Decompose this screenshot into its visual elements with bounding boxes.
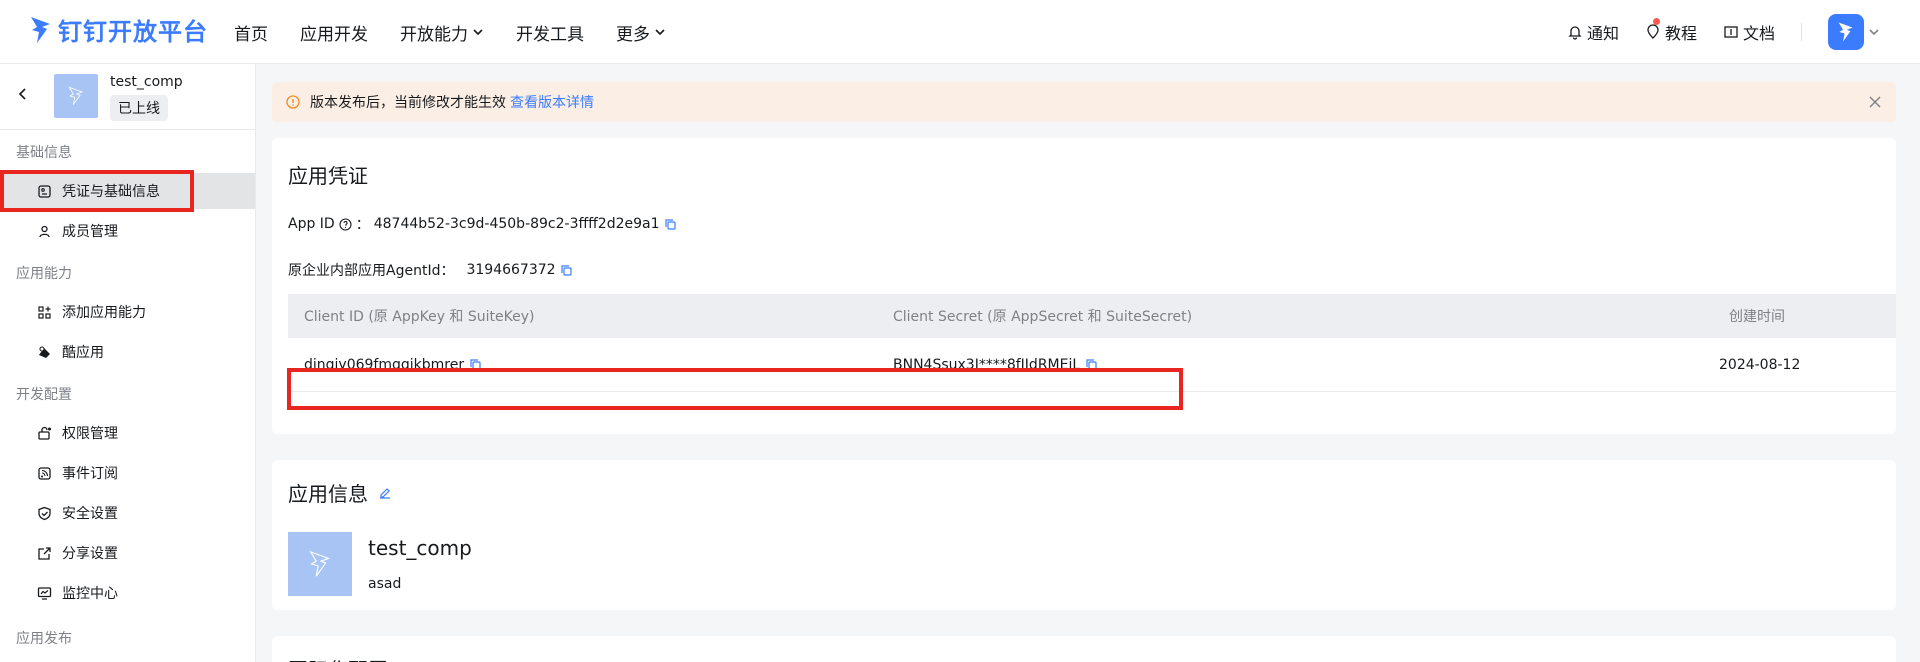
app-id-row: App ID ： 48744b52-3c9d-450b-89c2-3ffff2d… [288, 214, 677, 234]
credentials-card: 应用凭证 App ID ： 48744b52-3c9d-450b-89c2-3f… [272, 138, 1896, 434]
sidebar-item-permissions[interactable]: 权限管理 [0, 415, 255, 451]
version-details-link[interactable]: 查看版本详情 [510, 92, 594, 112]
nav-open-capabilities[interactable]: 开放能力 [400, 20, 484, 45]
status-badge: 已上线 [110, 95, 168, 121]
share-icon [38, 546, 51, 560]
chevron-left-icon[interactable] [16, 87, 30, 101]
main-nav: 首页 应用开发 开放能力 开发工具 更多 [234, 0, 666, 64]
avatar [1828, 14, 1864, 50]
created-time-cell: 2024-08-12 [1719, 356, 1801, 373]
section-dev-config: 开发配置 [16, 387, 72, 403]
app-logo-icon [309, 550, 331, 577]
rss-icon [38, 466, 51, 480]
header-right: 通知 教程 文档 [1567, 0, 1880, 64]
app-info-desc: asad [368, 576, 402, 592]
nav-app-dev[interactable]: 应用开发 [300, 20, 368, 45]
col-client-id: Client ID (原 AppKey 和 SuiteKey) [304, 309, 535, 325]
app-name: test_comp [110, 74, 183, 90]
apps-add-icon [38, 305, 51, 319]
dingtalk-avatar-icon [1838, 22, 1853, 42]
lock-icon [38, 426, 51, 440]
copy-icon[interactable] [664, 218, 677, 231]
banner-text: 版本发布后，当前修改才能生效 [310, 95, 506, 111]
app-logo-icon [68, 86, 84, 105]
nav-more[interactable]: 更多 [616, 20, 666, 45]
user-icon [39, 225, 50, 237]
credentials-table-header: Client ID (原 AppKey 和 SuiteKey) Client S… [288, 294, 1896, 338]
sidebar-item-credentials[interactable]: 凭证与基础信息 [0, 173, 255, 209]
nav-home[interactable]: 首页 [234, 20, 268, 45]
cool-app-icon [39, 345, 50, 358]
close-icon[interactable] [1868, 95, 1882, 109]
app-info-thumbnail [288, 532, 352, 596]
i18n-title: 国际化配置 [288, 654, 388, 662]
copy-icon[interactable] [469, 358, 482, 371]
sidebar-item-members[interactable]: 成员管理 [0, 213, 255, 249]
logo[interactable]: 钉钉开放平台 [28, 12, 208, 47]
dingtalk-logo-icon [31, 16, 50, 43]
sidebar-item-monitoring[interactable]: 监控中心 [0, 575, 255, 611]
agent-id-value: 3194667372 [466, 262, 556, 278]
section-basic-info: 基础信息 [16, 145, 72, 161]
credentials-title: 应用凭证 [288, 164, 368, 188]
info-icon [286, 95, 300, 109]
book-icon [1724, 26, 1738, 38]
nav-dev-tools[interactable]: 开发工具 [516, 20, 584, 45]
table-row: dingiy069fmqgikbmrer BNN4Ssux3I****8fIJd… [288, 338, 1896, 392]
section-app-capabilities: 应用能力 [16, 266, 72, 282]
app-header: test_comp 已上线 [0, 64, 256, 130]
help-icon[interactable] [339, 217, 352, 231]
app-info-title: 应用信息 [288, 482, 368, 506]
tutorial-button[interactable]: 教程 [1645, 18, 1697, 44]
app-info-card: 应用信息 test_comp asad [272, 460, 1896, 610]
shield-icon [38, 506, 51, 520]
i18n-card: 国际化配置 [272, 636, 1896, 662]
agent-id-row: 原企业内部应用AgentId： 3194667372 [288, 260, 573, 280]
chevron-down-icon [655, 29, 665, 36]
client-id-cell: dingiy069fmqgikbmrer [304, 338, 482, 391]
notify-button[interactable]: 通知 [1567, 20, 1619, 44]
notification-dot [1652, 18, 1660, 25]
bell-icon [1568, 26, 1582, 40]
col-client-secret: Client Secret (原 AppSecret 和 SuiteSecret… [893, 309, 1193, 325]
edit-icon[interactable] [378, 486, 392, 500]
copy-icon[interactable] [560, 264, 573, 277]
chevron-down-icon [473, 29, 483, 36]
logo-text: 钉钉开放平台 [58, 18, 208, 46]
sidebar-item-cool-app[interactable]: 酷应用 [0, 334, 255, 370]
sidebar: test_comp 已上线 基础信息 凭证与基础信息 成员管理 应用能力 添加应… [0, 64, 256, 662]
id-card-icon [38, 184, 51, 198]
sidebar-item-add-capability[interactable]: 添加应用能力 [0, 294, 255, 330]
docs-button[interactable]: 文档 [1723, 20, 1775, 44]
monitor-icon [37, 586, 52, 600]
section-app-release: 应用发布 [16, 631, 72, 647]
sidebar-item-security[interactable]: 安全设置 [0, 495, 255, 531]
sidebar-item-event-subscription[interactable]: 事件订阅 [0, 455, 255, 491]
info-banner: 版本发布后，当前修改才能生效 查看版本详情 [272, 82, 1896, 122]
app-thumbnail [54, 74, 98, 118]
app-info-name: test_comp [368, 536, 472, 560]
user-menu[interactable] [1828, 14, 1880, 50]
app-id-value: 48744b52-3c9d-450b-89c2-3ffff2d2e9a1 [373, 216, 660, 232]
copy-icon[interactable] [1085, 358, 1098, 371]
top-header: 钉钉开放平台 首页 应用开发 开放能力 开发工具 更多 通知 教程 文档 [0, 0, 1920, 64]
app-info-header: 应用信息 [288, 478, 392, 507]
col-created-time: 创建时间 [1729, 309, 1785, 325]
client-secret-cell: BNN4Ssux3I****8fIJdRMEjL [893, 338, 1098, 391]
location-pin-icon [1647, 24, 1659, 39]
sidebar-item-share[interactable]: 分享设置 [0, 535, 255, 571]
divider [1801, 23, 1802, 41]
chevron-down-icon [1869, 29, 1879, 36]
